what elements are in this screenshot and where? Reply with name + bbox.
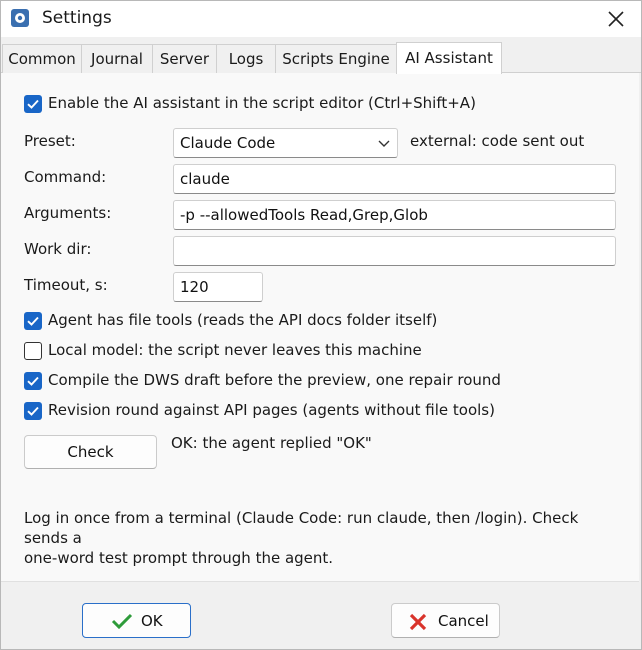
command-label: Command:: [24, 168, 107, 186]
window-title: Settings: [42, 8, 112, 28]
check-button[interactable]: Check: [24, 435, 157, 469]
workdir-field[interactable]: [173, 236, 616, 266]
cancel-x-icon: [409, 613, 427, 631]
workdir-label: Work dir:: [24, 240, 92, 258]
help-text: Log in once from a terminal (Claude Code…: [24, 508, 624, 568]
app-gear-icon: [11, 9, 29, 27]
preset-note: external: code sent out: [410, 132, 585, 150]
file-tools-checkbox[interactable]: [24, 312, 42, 330]
enable-ai-label: Enable the AI assistant in the script ed…: [48, 94, 476, 112]
arguments-label: Arguments:: [24, 204, 112, 222]
tab-journal[interactable]: Journal: [81, 44, 153, 73]
tab-ai-assistant[interactable]: AI Assistant: [396, 42, 502, 74]
checkmark-icon: [27, 376, 39, 386]
checkmark-icon: [27, 316, 39, 326]
ok-button[interactable]: OK: [82, 603, 191, 638]
ok-check-icon: [111, 613, 133, 630]
checkmark-icon: [27, 406, 39, 416]
compile-draft-label: Compile the DWS draft before the preview…: [48, 371, 501, 389]
cancel-label: Cancel: [438, 612, 489, 630]
checkmark-icon: [27, 99, 39, 109]
preset-label: Preset:: [24, 132, 76, 150]
ok-label: OK: [141, 612, 163, 630]
compile-draft-checkbox[interactable]: [24, 372, 42, 390]
chevron-down-icon[interactable]: [377, 139, 391, 149]
command-field[interactable]: claude: [173, 164, 616, 194]
tab-scripts-engine[interactable]: Scripts Engine: [275, 44, 397, 73]
close-icon[interactable]: [603, 6, 629, 32]
help-line-1: Log in once from a terminal (Claude Code…: [24, 509, 579, 547]
arguments-field[interactable]: -p --allowedTools Read,Grep,Glob: [173, 200, 616, 230]
revision-round-checkbox[interactable]: [24, 402, 42, 420]
local-model-label: Local model: the script never leaves thi…: [48, 341, 422, 359]
preset-select[interactable]: Claude Code: [173, 128, 398, 158]
check-status: OK: the agent replied "OK": [171, 434, 372, 452]
timeout-label: Timeout, s:: [24, 276, 108, 294]
tab-logs[interactable]: Logs: [216, 44, 276, 73]
revision-round-label: Revision round against API pages (agents…: [48, 401, 495, 419]
enable-ai-checkbox[interactable]: [24, 95, 42, 113]
cancel-button[interactable]: Cancel: [391, 603, 500, 638]
timeout-field[interactable]: 120: [173, 272, 263, 302]
preset-value: Claude Code: [180, 134, 276, 152]
help-line-2: one-word test prompt through the agent.: [24, 549, 334, 567]
tab-server[interactable]: Server: [152, 44, 217, 73]
local-model-checkbox[interactable]: [24, 342, 42, 360]
tab-common[interactable]: Common: [2, 44, 82, 73]
file-tools-label: Agent has file tools (reads the API docs…: [48, 311, 438, 329]
